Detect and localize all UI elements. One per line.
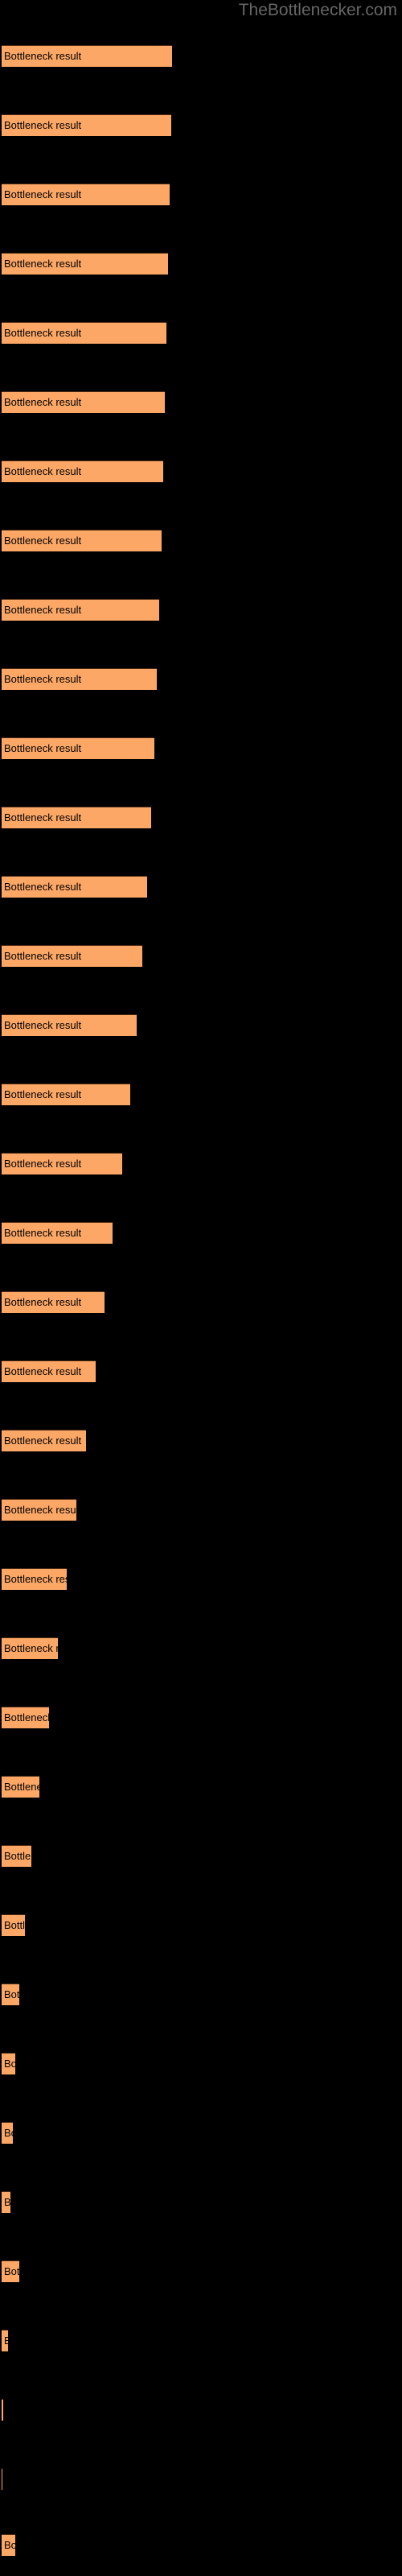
bar-label: Bottleneck result	[4, 1019, 82, 1031]
bar-6[interactable]: Bottleneck result	[2, 391, 165, 413]
bar-20[interactable]: Bottleneck result	[2, 1360, 96, 1382]
bar-label: Bottleneck result	[4, 1711, 49, 1724]
bar-label: Bottleneck result	[4, 1227, 82, 1239]
bar-16[interactable]: Bottleneck result	[2, 1084, 130, 1105]
chart-page: TheBottlenecker.com Bottleneck result Bot…	[0, 0, 402, 2576]
bar-31[interactable]: Bottleneck result	[2, 2122, 13, 2144]
bar-label: Bottleneck result	[4, 1573, 67, 1585]
bar-label: Bottleneck result	[4, 1919, 25, 1931]
bar-11[interactable]: Bottleneck result	[2, 737, 154, 759]
bar-label: Bottleneck result	[4, 188, 82, 200]
bar-label: Bottleneck result	[4, 673, 82, 685]
bar-label: Bottleneck result	[4, 2334, 8, 2348]
bar-9[interactable]: Bottleneck result	[2, 599, 159, 621]
bar-2[interactable]: Bottleneck result	[2, 114, 171, 136]
bar-label: Bottleneck result	[4, 2539, 15, 2551]
bar-label: Bottleneck result	[4, 1504, 76, 1516]
bar-17[interactable]: Bottleneck result	[2, 1153, 122, 1174]
bar-3[interactable]: Bottleneck result	[2, 184, 170, 205]
bar-12[interactable]: Bottleneck result	[2, 807, 151, 828]
bar-label: Bottleneck result	[4, 396, 82, 408]
bar-19[interactable]: Bottleneck result	[2, 1291, 105, 1313]
bar-label: Bottleneck result	[4, 1158, 82, 1170]
bar-label: Bottleneck result	[4, 1296, 82, 1308]
bar-34[interactable]: Bottleneck result	[2, 2330, 8, 2351]
bar-35[interactable]: Bottleneck result	[2, 2399, 3, 2421]
bar-label: Bottleneck result	[4, 2265, 19, 2277]
bar-label: Bottleneck result	[4, 1088, 82, 1100]
bar-label: Bottleneck result	[4, 1850, 31, 1862]
bar-37[interactable]: Bottleneck result	[2, 2534, 15, 2556]
bar-18[interactable]: Bottleneck result	[2, 1222, 113, 1244]
bar-4[interactable]: Bottleneck result	[2, 253, 168, 275]
bar-label: Bottleneck result	[4, 742, 82, 754]
bar-label: Bottleneck result	[4, 881, 82, 893]
bar-27[interactable]: Bottleneck result	[2, 1845, 31, 1867]
bar-label: Bottleneck result	[4, 2058, 15, 2070]
bar-30[interactable]: Bottleneck result	[2, 2053, 15, 2074]
bar-10[interactable]: Bottleneck result	[2, 668, 157, 690]
bar-chart-plot-area: Bottleneck result Bottleneck result Bottle…	[0, 0, 402, 2576]
bar-label: Bottleneck result	[4, 2127, 13, 2139]
bar-label: Bottleneck result	[4, 1435, 82, 1447]
bar-label: Bottleneck result	[4, 1365, 82, 1377]
bar-33[interactable]: Bottleneck result	[2, 2260, 19, 2282]
bar-label: Bottleneck result	[4, 950, 82, 962]
bar-label: Bottleneck result	[4, 535, 82, 547]
bar-label: Bottleneck result	[4, 604, 82, 616]
bar-label: Bottleneck result	[4, 327, 82, 339]
bar-15[interactable]: Bottleneck result	[2, 1014, 137, 1036]
bar-label: Bottleneck result	[4, 258, 82, 270]
bar-24[interactable]: Bottleneck result	[2, 1637, 58, 1659]
bar-25[interactable]: Bottleneck result	[2, 1707, 49, 1728]
bar-8[interactable]: Bottleneck result	[2, 530, 162, 551]
bar-label: Bottleneck result	[4, 465, 82, 477]
bar-5[interactable]: Bottleneck result	[2, 322, 166, 344]
bar-23[interactable]: Bottleneck result	[2, 1568, 67, 1590]
bar-26[interactable]: Bottleneck result	[2, 1776, 39, 1798]
bar-label: Bottleneck result	[4, 50, 82, 62]
bar-label: Bottleneck result	[4, 2196, 10, 2208]
bar-32[interactable]: Bottleneck result	[2, 2191, 10, 2213]
bar-label: Bottleneck result	[4, 1642, 58, 1654]
bar-28[interactable]: Bottleneck result	[2, 1914, 25, 1936]
bar-29[interactable]: Bottleneck result	[2, 1984, 19, 2005]
bar-1[interactable]: Bottleneck result	[2, 45, 172, 67]
bar-label: Bottleneck result	[4, 1781, 39, 1793]
bar-label: Bottleneck result	[4, 119, 82, 131]
bar-label: Bottleneck result	[4, 1988, 19, 2000]
bar-13[interactable]: Bottleneck result	[2, 876, 147, 898]
bar-22[interactable]: Bottleneck result	[2, 1499, 76, 1521]
bar-21[interactable]: Bottleneck result	[2, 1430, 86, 1451]
bar-7[interactable]: Bottleneck result	[2, 460, 163, 482]
bar-label: Bottleneck result	[4, 811, 82, 824]
bar-14[interactable]: Bottleneck result	[2, 945, 142, 967]
